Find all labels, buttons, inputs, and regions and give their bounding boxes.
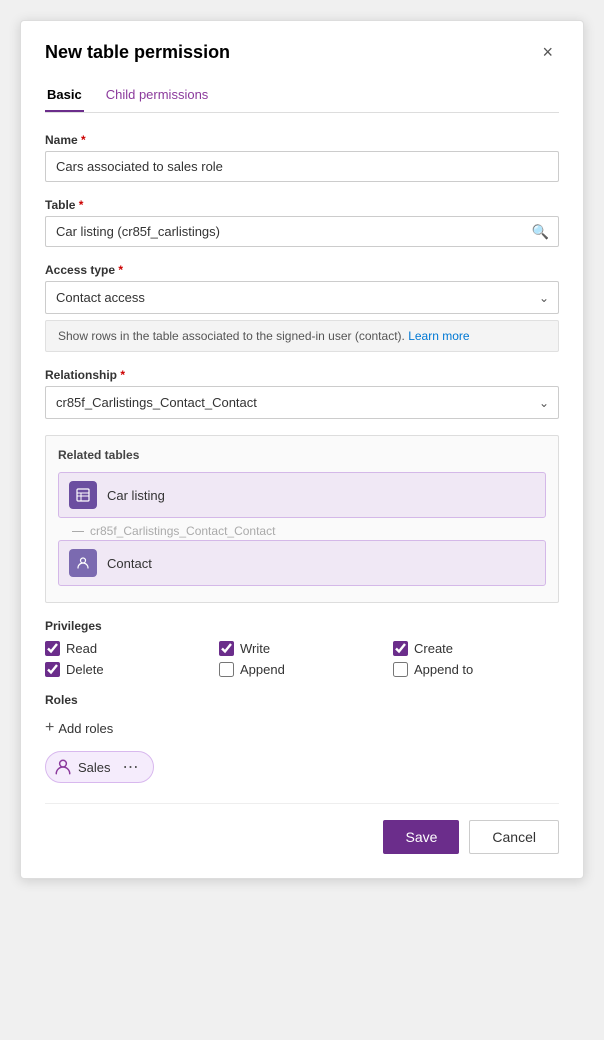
tab-bar: Basic Child permissions [45, 79, 559, 113]
privilege-read[interactable]: Read [45, 641, 211, 656]
tab-child-permissions[interactable]: Child permissions [104, 79, 211, 112]
append-to-checkbox[interactable] [393, 662, 408, 677]
read-checkbox[interactable] [45, 641, 60, 656]
table-icon-car-listing [69, 481, 97, 509]
related-tables-label: Related tables [58, 448, 546, 462]
privileges-grid: Read Write Create Delete Append Append t… [45, 641, 559, 677]
name-input[interactable] [45, 151, 559, 182]
sales-role-label: Sales [78, 760, 111, 775]
table-input[interactable] [45, 216, 559, 247]
related-table-contact: Contact [58, 540, 546, 586]
table-required: * [79, 198, 84, 212]
contact-name: Contact [107, 556, 152, 571]
privileges-section: Privileges Read Write Create Delete Appe… [45, 619, 559, 677]
table-group: Table * 🔍 [45, 198, 559, 247]
relationship-label: Relationship * [45, 368, 559, 382]
roles-list: Sales ⋯ [45, 751, 559, 783]
footer-actions: Save Cancel [45, 803, 559, 854]
connector-1: cr85f_Carlistings_Contact_Contact [58, 522, 546, 540]
cancel-button[interactable]: Cancel [469, 820, 559, 854]
table-label: Table * [45, 198, 559, 212]
relationship-required: * [120, 368, 125, 382]
close-button[interactable]: × [536, 41, 559, 63]
roles-section: Roles + Add roles Sales ⋯ [45, 693, 559, 783]
access-type-select-wrapper: Contact access ⌄ [45, 281, 559, 314]
modal-title: New table permission [45, 42, 230, 63]
plus-icon: + [45, 719, 54, 737]
sales-role-icon [54, 758, 72, 776]
privilege-write[interactable]: Write [219, 641, 385, 656]
related-table-car-listing: Car listing [58, 472, 546, 518]
related-tables-box: Related tables Car listing cr85f_Carlist… [45, 435, 559, 603]
add-roles-button[interactable]: + Add roles [45, 715, 113, 741]
privileges-label: Privileges [45, 619, 559, 633]
privilege-append-to[interactable]: Append to [393, 662, 559, 677]
access-type-info: Show rows in the table associated to the… [45, 320, 559, 352]
append-checkbox[interactable] [219, 662, 234, 677]
access-type-select[interactable]: Contact access [45, 281, 559, 314]
new-table-permission-modal: New table permission × Basic Child permi… [20, 20, 584, 879]
relationship-select[interactable]: cr85f_Carlistings_Contact_Contact [45, 386, 559, 419]
access-type-label: Access type * [45, 263, 559, 277]
relationship-select-wrapper: cr85f_Carlistings_Contact_Contact ⌄ [45, 386, 559, 419]
save-button[interactable]: Save [383, 820, 459, 854]
name-required: * [81, 133, 86, 147]
delete-checkbox[interactable] [45, 662, 60, 677]
role-menu-button[interactable]: ⋯ [121, 757, 141, 777]
search-icon: 🔍 [532, 223, 549, 240]
privilege-create[interactable]: Create [393, 641, 559, 656]
name-group: Name * [45, 133, 559, 182]
relationship-group: Relationship * cr85f_Carlistings_Contact… [45, 368, 559, 419]
person-icon-contact [69, 549, 97, 577]
privilege-delete[interactable]: Delete [45, 662, 211, 677]
create-checkbox[interactable] [393, 641, 408, 656]
car-listing-name: Car listing [107, 488, 165, 503]
roles-label: Roles [45, 693, 559, 707]
access-type-group: Access type * Contact access ⌄ Show rows… [45, 263, 559, 352]
access-type-required: * [118, 263, 123, 277]
related-table-relationship-name: cr85f_Carlistings_Contact_Contact [90, 524, 275, 538]
tab-basic[interactable]: Basic [45, 79, 84, 112]
role-tag-sales: Sales ⋯ [45, 751, 154, 783]
learn-more-link[interactable]: Learn more [408, 329, 469, 343]
write-checkbox[interactable] [219, 641, 234, 656]
privilege-append[interactable]: Append [219, 662, 385, 677]
modal-header: New table permission × [45, 41, 559, 63]
name-label: Name * [45, 133, 559, 147]
table-input-wrapper: 🔍 [45, 216, 559, 247]
